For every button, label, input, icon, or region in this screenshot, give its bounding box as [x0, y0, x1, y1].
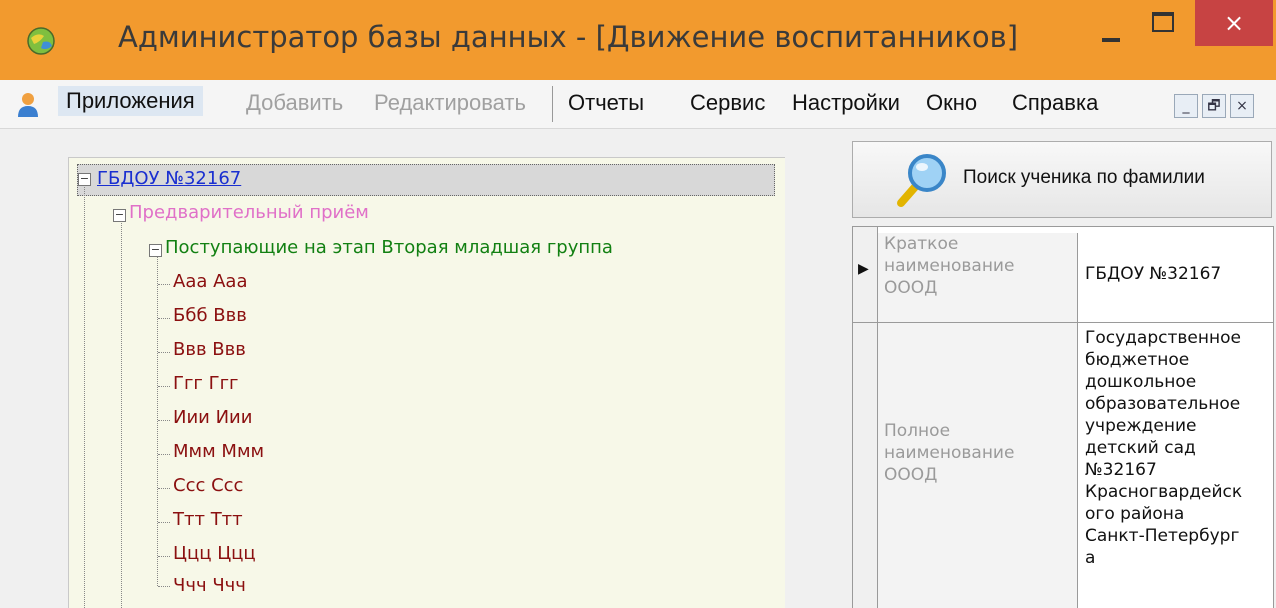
minimize-button[interactable]: [1098, 22, 1130, 50]
tree-branch-line: [158, 386, 170, 387]
mdi-close-button[interactable]: ×: [1230, 94, 1254, 118]
tree-guide-line: [121, 216, 122, 608]
field-label-short-name: Краткое наименование ОООД: [878, 233, 1078, 322]
tree-child-item[interactable]: Ггг Ггг: [173, 373, 239, 394]
org-tree[interactable]: − ГБДОУ №32167 − Предварительный приём −…: [68, 157, 785, 608]
tree-branch-line: [158, 454, 170, 455]
row-selected-marker-icon: ▶: [858, 261, 869, 277]
tree-node-root[interactable]: ГБДОУ №32167: [97, 168, 241, 189]
tree-guide-line: [157, 250, 158, 586]
menu-add[interactable]: Добавить: [246, 90, 343, 116]
menu-separator: [552, 86, 553, 122]
search-button-label: Поиск ученика по фамилии: [963, 167, 1205, 188]
menu-bar: Приложения Добавить Редактировать Отчеты…: [0, 80, 1276, 129]
menu-help[interactable]: Справка: [1012, 90, 1098, 116]
field-value-full-name[interactable]: Государственное бюджетное дошкольное обр…: [1079, 327, 1273, 569]
expander-level1-icon[interactable]: −: [113, 209, 126, 222]
tree-branch-line: [158, 586, 170, 587]
row-header[interactable]: ▶: [853, 227, 878, 322]
menu-window[interactable]: Окно: [926, 90, 977, 116]
window-title: Администратор базы данных - [Движение во…: [117, 20, 1019, 54]
main-content: − ГБДОУ №32167 − Предварительный приём −…: [0, 129, 1276, 608]
tree-child-item[interactable]: Ааа Ааа: [173, 271, 247, 292]
tree-child-item[interactable]: Ттт Ттт: [173, 509, 243, 530]
tree-guide-line: [84, 180, 85, 608]
tree-node-group[interactable]: Поступающие на этап Вторая младшая групп…: [165, 237, 613, 258]
expander-level2-icon[interactable]: −: [149, 244, 162, 257]
mdi-minimize-button[interactable]: _: [1174, 94, 1198, 118]
tree-branch-line: [158, 522, 170, 523]
menu-reports[interactable]: Отчеты: [568, 90, 644, 116]
tree-branch-line: [158, 318, 170, 319]
tree-branch-line: [158, 284, 170, 285]
tree-child-item[interactable]: Ссс Ссс: [173, 475, 243, 496]
field-label-full-name: Полное наименование ОООД: [878, 323, 1078, 608]
tree-branch-line: [158, 420, 170, 421]
menu-settings[interactable]: Настройки: [792, 90, 900, 116]
magnifier-icon: [897, 154, 946, 207]
tree-node-preliminary[interactable]: Предварительный приём: [129, 202, 369, 223]
tree-child-item[interactable]: Ммм Ммм: [173, 441, 264, 462]
details-grid: ▶ Краткое наименование ОООД ГБДОУ №32167…: [852, 226, 1274, 608]
tree-child-item[interactable]: Ввв Ввв: [173, 339, 246, 360]
tree-branch-line: [158, 488, 170, 489]
mdi-restore-button[interactable]: 🗗: [1202, 94, 1226, 118]
maximize-button[interactable]: [1150, 10, 1176, 32]
row-header[interactable]: [853, 323, 878, 608]
field-value-short-name[interactable]: ГБДОУ №32167: [1079, 263, 1273, 285]
user-icon: [18, 93, 38, 117]
tree-child-item[interactable]: Ццц Ццц: [173, 543, 256, 564]
tree-child-item[interactable]: Ччч Ччч: [173, 575, 246, 596]
menu-service[interactable]: Сервис: [690, 90, 765, 116]
tree-branch-line: [158, 352, 170, 353]
menu-edit[interactable]: Редактировать: [374, 90, 526, 116]
tree-branch-line: [158, 556, 170, 557]
tree-child-item[interactable]: Ббб Ввв: [173, 305, 247, 326]
tree-child-item[interactable]: Иии Иии: [173, 407, 252, 428]
menu-applications[interactable]: Приложения: [58, 86, 203, 116]
search-student-button[interactable]: Поиск ученика по фамилии: [852, 141, 1272, 218]
title-bar: Администратор базы данных - [Движение во…: [0, 0, 1276, 80]
expander-root-icon[interactable]: −: [78, 173, 91, 186]
close-button[interactable]: ×: [1195, 0, 1273, 46]
